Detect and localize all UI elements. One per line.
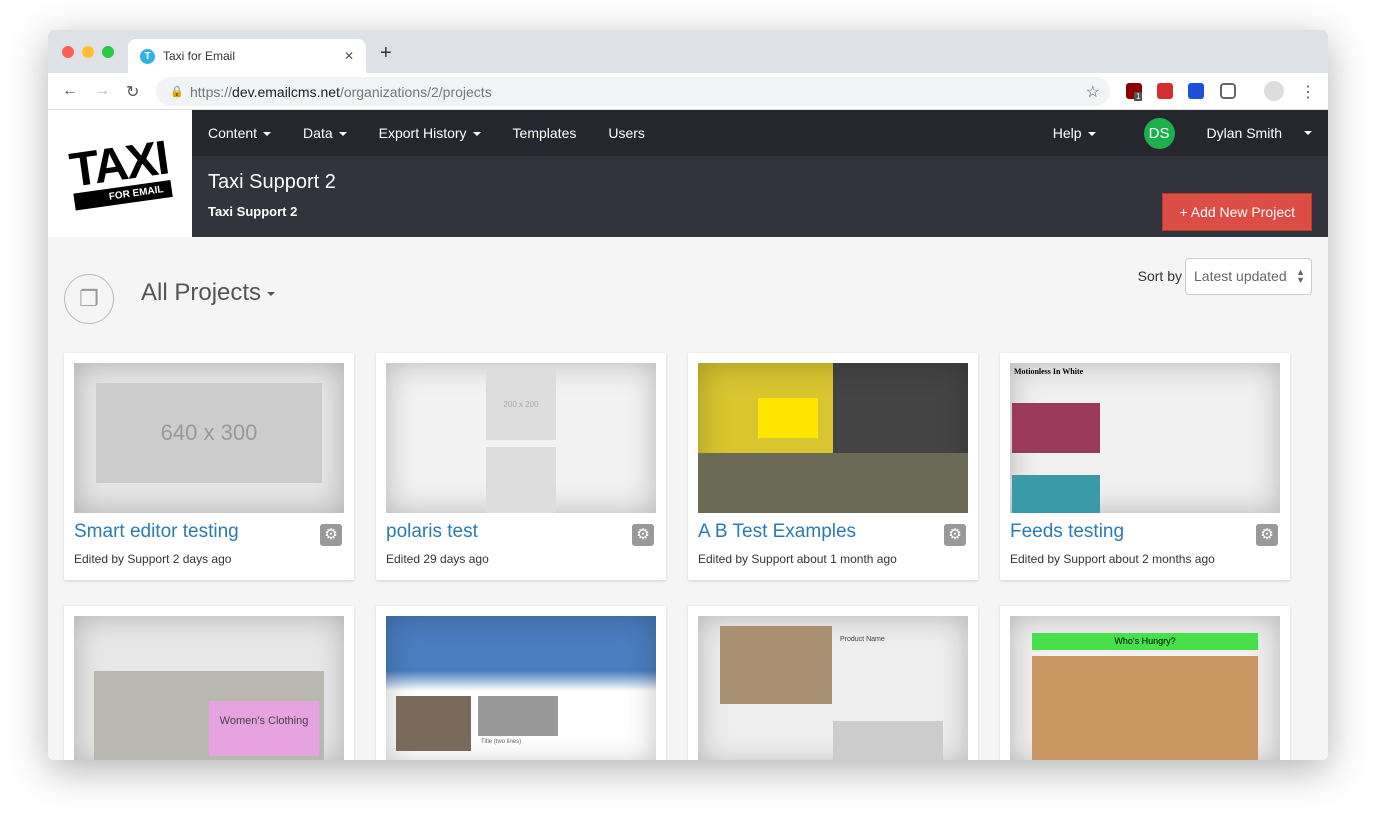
lighthouse-extension-icon[interactable]: [1188, 83, 1204, 99]
maximize-window-button[interactable]: [102, 46, 114, 58]
lock-icon: 🔒: [170, 86, 184, 98]
page-header: Taxi Support 2 Taxi Support 2 + Add New …: [192, 156, 1328, 237]
bookmark-star-icon[interactable]: ☆: [1086, 82, 1100, 102]
minimize-window-button[interactable]: [82, 46, 94, 58]
url-input[interactable]: 🔒 https://dev.emailcms.net/organizations…: [156, 77, 1110, 106]
thumbnail-text: 200 x 200: [486, 370, 556, 440]
lastpass-extension-icon[interactable]: [1157, 83, 1173, 99]
project-thumbnail[interactable]: Title (two lines): [386, 616, 656, 760]
thumbnail-text: Motionless In White: [1014, 367, 1084, 376]
profile-icon[interactable]: [1264, 81, 1284, 101]
gear-icon[interactable]: ⚙: [632, 524, 654, 546]
address-bar-row: ← → ↻ 🔒 https://dev.emailcms.net/organiz…: [48, 73, 1328, 110]
nav-data[interactable]: Data: [303, 125, 347, 141]
gear-icon[interactable]: ⚙: [944, 524, 966, 546]
project-thumbnail[interactable]: Women's Clothing: [74, 616, 344, 760]
taxi-logo[interactable]: TAXI FOR EMAIL: [48, 110, 192, 237]
project-title[interactable]: Smart editor testing: [74, 521, 239, 543]
project-edited: Edited by Support about 1 month ago: [698, 552, 897, 566]
project-title[interactable]: A B Test Examples: [698, 521, 856, 543]
project-thumbnail[interactable]: Product Name: [698, 616, 968, 760]
project-thumbnail[interactable]: Motionless In White: [1010, 363, 1280, 513]
sort-value: Latest updated: [1194, 268, 1287, 284]
url-path: /organizations/2/projects: [339, 83, 492, 100]
project-edited: Edited 29 days ago: [386, 552, 489, 566]
avatar: DS: [1143, 117, 1175, 149]
add-new-project-button[interactable]: + Add New Project: [1162, 193, 1312, 231]
back-icon[interactable]: ←: [62, 82, 78, 100]
url-scheme: https://: [190, 83, 233, 100]
project-thumbnail[interactable]: Who's Hungry?: [1010, 616, 1280, 760]
project-card[interactable]: Title (two lines): [376, 606, 666, 760]
menu-dots-icon[interactable]: ⋮: [1300, 82, 1316, 102]
thumbnail-text: Title (two lines): [481, 739, 522, 745]
tab-bar: T Taxi for Email ✕ +: [48, 30, 1328, 73]
project-card[interactable]: 200 x 200 polaris test ⚙ Edited 29 days …: [376, 353, 666, 580]
sort-select[interactable]: Latest updated ▲ ▼: [1185, 258, 1312, 295]
project-edited: Edited by Support about 2 months ago: [1010, 552, 1215, 566]
tab-title: Taxi for Email: [163, 49, 236, 63]
ublock-extension-icon[interactable]: 1: [1126, 83, 1143, 101]
browser-window: T Taxi for Email ✕ + ← → ↻ 🔒 https://dev…: [48, 30, 1328, 760]
nav-users[interactable]: Users: [608, 125, 645, 141]
url-host: dev.emailcms.net: [232, 83, 340, 100]
project-card[interactable]: 640 x 300 Smart editor testing ⚙ Edited …: [64, 353, 354, 580]
new-tab-button[interactable]: +: [380, 42, 392, 65]
nav-templates[interactable]: Templates: [513, 125, 577, 141]
project-thumbnail[interactable]: 200 x 200: [386, 363, 656, 513]
nav-help[interactable]: Help: [1053, 125, 1096, 141]
reload-icon[interactable]: ↻: [126, 82, 139, 102]
user-name: Dylan Smith: [1206, 125, 1282, 141]
project-thumbnail[interactable]: [698, 363, 968, 513]
all-projects-dropdown[interactable]: All Projects: [141, 279, 275, 307]
forward-icon[interactable]: →: [94, 82, 110, 100]
project-card[interactable]: Who's Hungry?: [1000, 606, 1290, 760]
taxi-favicon-icon: T: [140, 48, 155, 64]
projects-icon: ❐: [64, 274, 114, 324]
project-thumbnail[interactable]: 640 x 300: [74, 363, 344, 513]
user-menu[interactable]: DS Dylan Smith: [1128, 117, 1312, 149]
project-card[interactable]: Women's Clothing: [64, 606, 354, 760]
thumbnail-text: Women's Clothing: [209, 701, 319, 756]
pocket-extension-icon[interactable]: [1220, 83, 1236, 99]
page-title: Taxi Support 2: [208, 171, 336, 193]
sort-label: Sort by: [1137, 268, 1182, 284]
close-window-button[interactable]: [62, 46, 74, 58]
close-tab-icon[interactable]: ✕: [344, 49, 354, 63]
select-arrows-icon: ▲ ▼: [1296, 267, 1305, 285]
project-card[interactable]: A B Test Examples ⚙ Edited by Support ab…: [688, 353, 978, 580]
thumbnail-text: 640 x 300: [96, 383, 322, 483]
gear-icon[interactable]: ⚙: [1256, 524, 1278, 546]
browser-tab[interactable]: T Taxi for Email ✕: [128, 39, 366, 73]
project-card[interactable]: Motionless In White Feeds testing ⚙ Edit…: [1000, 353, 1290, 580]
top-nav: Content Data Export History Templates Us…: [192, 110, 1328, 156]
projects-area: ❐ All Projects Sort by Latest updated ▲ ▼ …: [48, 237, 1328, 760]
gear-icon[interactable]: ⚙: [320, 524, 342, 546]
project-edited: Edited by Support 2 days ago: [74, 552, 232, 566]
project-title[interactable]: Feeds testing: [1010, 521, 1124, 543]
nav-content[interactable]: Content: [208, 125, 271, 141]
thumbnail-text: Who's Hungry?: [1032, 633, 1258, 650]
page-subtitle: Taxi Support 2: [208, 204, 298, 219]
project-title[interactable]: polaris test: [386, 521, 478, 543]
nav-export-history[interactable]: Export History: [379, 125, 481, 141]
extension-badge: 1: [1134, 92, 1143, 101]
app: TAXI FOR EMAIL Content Data Export Histo…: [48, 110, 1328, 760]
project-card[interactable]: Product Name: [688, 606, 978, 760]
thumbnail-text: Product Name: [840, 636, 885, 643]
